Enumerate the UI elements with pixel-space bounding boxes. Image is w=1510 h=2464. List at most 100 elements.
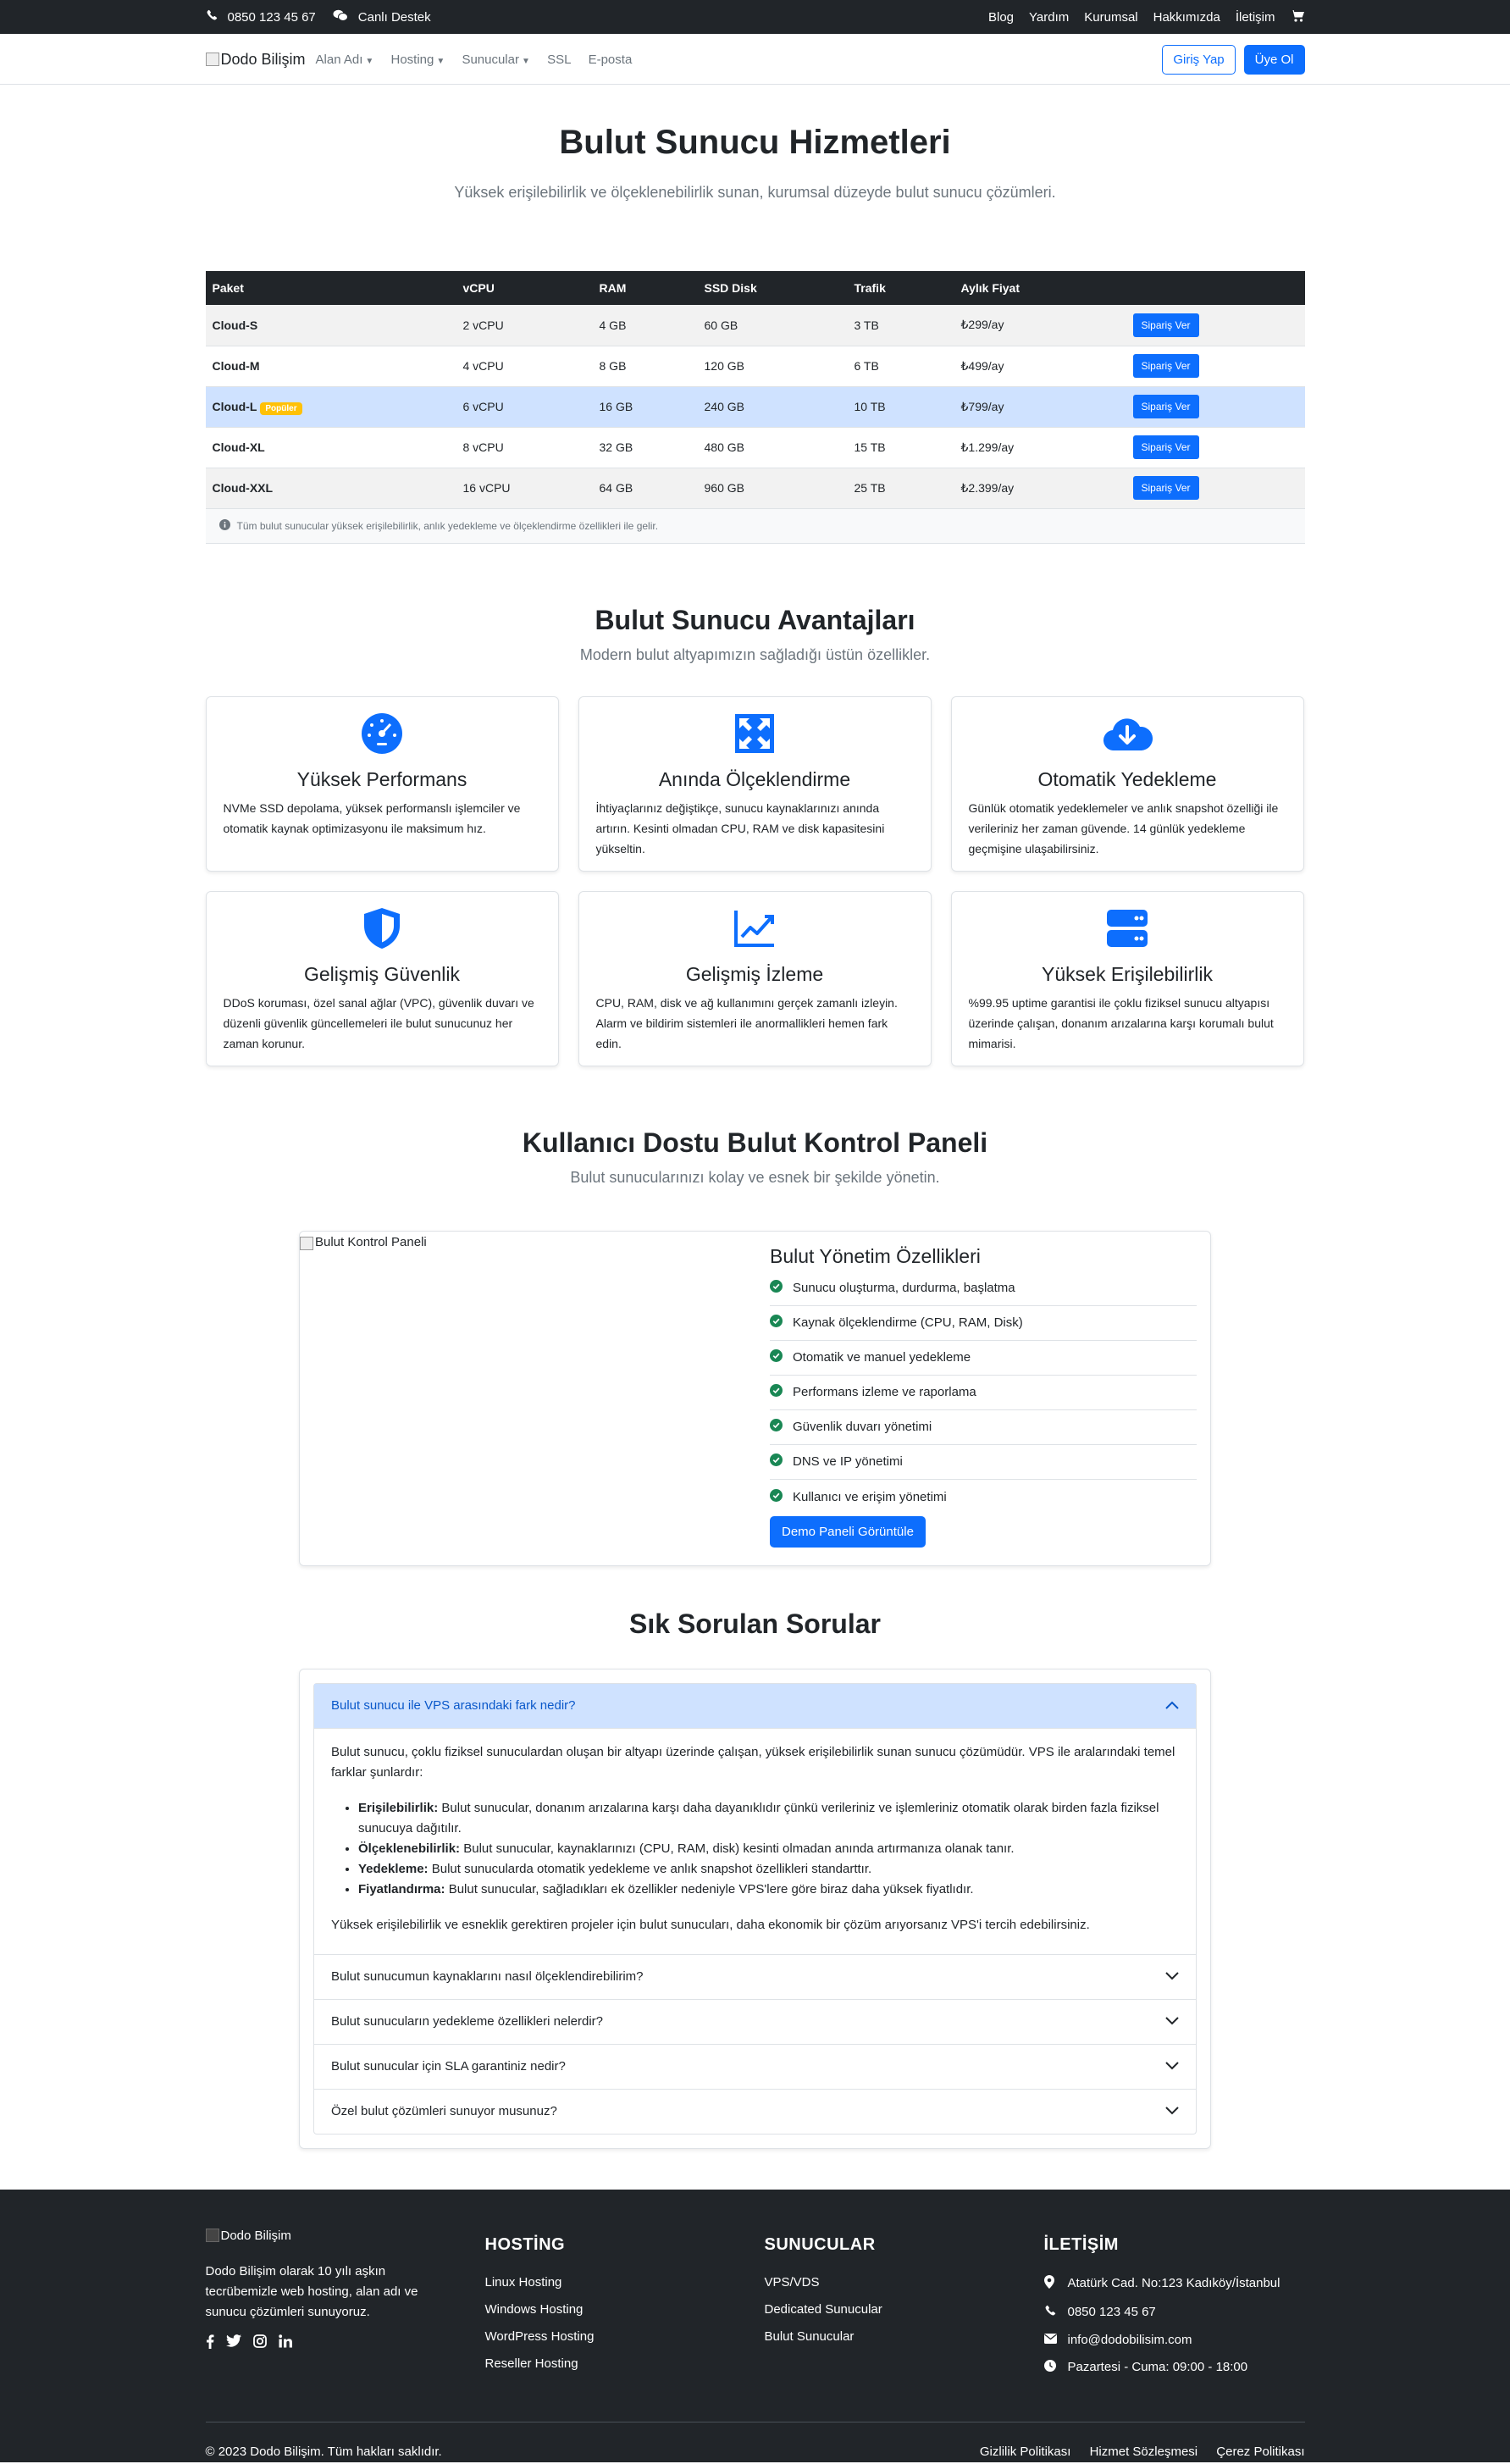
brand-logo[interactable]: Dodo Bilişim <box>205 51 306 69</box>
footer-hours: Pazartesi - Cuma: 09:00 - 18:00 <box>1043 2359 1305 2375</box>
topbar-link-about[interactable]: Hakkımızda <box>1153 10 1220 25</box>
topbar-link-corporate[interactable]: Kurumsal <box>1084 10 1137 25</box>
nav-item-ssl[interactable]: SSL <box>547 53 571 67</box>
footer-link-windows-hosting[interactable]: Windows Hosting <box>485 2302 765 2317</box>
main-navbar: Dodo Bilişim Alan Adı ▼ Hosting ▼ Sunucula… <box>0 34 1510 85</box>
cart-icon[interactable] <box>1290 9 1305 25</box>
faq-point-term: Fiyatlandırma: <box>358 1881 445 1896</box>
caret-down-icon: ▼ <box>365 56 374 66</box>
col-header-disk: SSD Disk <box>704 281 757 295</box>
topbar-link-contact[interactable]: İletişim <box>1236 10 1275 25</box>
package-traffic: 6 TB <box>847 346 954 387</box>
check-circle-icon <box>770 1349 783 1365</box>
social-links <box>206 2334 485 2352</box>
footer: Dodo Bilişim Dodo Bilişim olarak 10 yılı… <box>0 2189 1510 2462</box>
topbar-live-support[interactable]: Canlı Destek <box>333 9 431 25</box>
nav-item-hosting-label: Hosting <box>390 52 434 67</box>
nav-item-servers[interactable]: Sunucular ▼ <box>462 53 529 67</box>
footer-link-terms[interactable]: Hizmet Sözleşmesi <box>1090 2445 1198 2459</box>
demo-panel-button[interactable]: Demo Paneli Görüntüle <box>770 1515 926 1548</box>
login-button[interactable]: Giriş Yap <box>1162 44 1236 75</box>
footer-link-reseller-hosting[interactable]: Reseller Hosting <box>485 2356 765 2371</box>
order-button[interactable]: Sipariş Ver <box>1132 354 1199 378</box>
feature-card-title: Yüksek Erişilebilirlik <box>1042 962 1213 985</box>
footer-link-privacy[interactable]: Gizlilik Politikası <box>980 2445 1071 2459</box>
broken-image-icon <box>205 53 219 66</box>
faq-question-button[interactable]: Bulut sunucu ile VPS arasındaki fark ned… <box>314 1683 1196 1728</box>
linkedin-icon[interactable] <box>278 2334 292 2352</box>
popular-badge: Popüler <box>260 402 302 415</box>
chat-icon <box>333 9 348 25</box>
footer-logo-alt: Dodo Bilişim <box>220 2228 291 2243</box>
list-item: Fiyatlandırma: Bulut sunucular, sağladık… <box>358 1880 1179 1900</box>
check-circle-icon <box>770 1488 783 1505</box>
order-button[interactable]: Sipariş Ver <box>1132 435 1199 459</box>
facebook-icon[interactable] <box>206 2334 214 2352</box>
signup-button[interactable]: Üye Ol <box>1243 44 1305 75</box>
footer-link-cookies[interactable]: Çerez Politikası <box>1216 2445 1304 2459</box>
faq-answer-outro: Yüksek erişilebilirlik ve esneklik gerek… <box>331 1917 1090 1932</box>
footer-servers-title: SUNUCULAR <box>764 2234 876 2254</box>
faq-question-button[interactable]: Bulut sunucumun kaynaklarını nasıl ölçek… <box>314 1955 1196 1999</box>
list-item: Yedekleme: Bulut sunucularda otomatik ye… <box>358 1859 1179 1880</box>
advantages-subtitle: Modern bulut altyapımızın sağladığı üstü… <box>579 645 931 663</box>
feature-label: Otomatik ve manuel yedekleme <box>793 1350 971 1365</box>
check-circle-icon <box>770 1384 783 1400</box>
package-ram: 32 GB <box>592 427 698 468</box>
order-button[interactable]: Sipariş Ver <box>1132 313 1199 337</box>
nav-menu: Alan Adı ▼ Hosting ▼ Sunucular ▼ SSL E-post… <box>316 53 646 67</box>
faq-point-text: Bulut sunucularda otomatik yedekleme ve … <box>428 1861 872 1876</box>
nav-item-email[interactable]: E-posta <box>589 53 633 67</box>
footer-link-wordpress-hosting[interactable]: WordPress Hosting <box>485 2329 765 2344</box>
package-vcpu: 2 vCPU <box>456 305 593 346</box>
nav-item-domain[interactable]: Alan Adı ▼ <box>316 53 374 67</box>
footer-link-linux-hosting[interactable]: Linux Hosting <box>485 2275 765 2290</box>
footer-email-text: info@dodobilisim.com <box>1067 2332 1192 2347</box>
feature-card: Gelişmiş Güvenlik DDoS koruması, özel sa… <box>205 890 559 1066</box>
footer-link-dedicated[interactable]: Dedicated Sunucular <box>765 2302 1044 2317</box>
col-header-traffic: Trafik <box>854 281 886 295</box>
topbar-link-help[interactable]: Yardım <box>1029 10 1069 25</box>
faq-item: Bulut sunucumun kaynaklarını nasıl ölçek… <box>313 1954 1197 2000</box>
table-row: Cloud-XXL 16 vCPU 64 GB 960 GB 25 TB ₺2.… <box>205 468 1305 509</box>
check-circle-icon <box>770 1280 783 1296</box>
package-traffic: 10 TB <box>847 386 954 428</box>
footer-link-cloud[interactable]: Bulut Sunucular <box>765 2329 1044 2344</box>
list-item: Sunucu oluşturma, durdurma, başlatma <box>770 1271 1197 1306</box>
twitter-icon[interactable] <box>225 2334 241 2352</box>
chevron-up-icon <box>1165 1698 1179 1713</box>
features-title: Bulut Yönetim Özellikleri <box>770 1244 981 1267</box>
package-disk: 480 GB <box>697 427 848 468</box>
page-subtitle: Yüksek erişilebilirlik ve ölçeklenebilir… <box>454 184 1056 201</box>
faq-item: Özel bulut çözümleri sunuyor musunuz? <box>313 2089 1197 2135</box>
faq-question-button[interactable]: Bulut sunucular için SLA garantiniz nedi… <box>314 2045 1196 2089</box>
faq-question-button[interactable]: Özel bulut çözümleri sunuyor musunuz? <box>314 2090 1196 2134</box>
package-ram: 8 GB <box>592 346 698 387</box>
list-item: Kaynak ölçeklendirme (CPU, RAM, Disk) <box>770 1306 1197 1341</box>
footer-logo[interactable]: Dodo Bilişim <box>205 2228 485 2243</box>
check-circle-icon <box>770 1453 783 1470</box>
faq-question-button[interactable]: Bulut sunucuların yedekleme özellikleri … <box>314 2000 1196 2044</box>
footer-link-vps[interactable]: VPS/VDS <box>765 2275 1044 2290</box>
package-vcpu: 4 vCPU <box>456 346 593 387</box>
list-item: Güvenlik duvarı yönetimi <box>770 1410 1197 1445</box>
topbar-phone[interactable]: 0850 123 45 67 <box>206 9 316 25</box>
footer-bottom: © 2023 Dodo Bilişim. Tüm hakları saklıdı… <box>205 2421 1305 2459</box>
topbar-link-blog[interactable]: Blog <box>988 10 1014 25</box>
feature-label: Performans izleme ve raporlama <box>793 1385 976 1399</box>
order-button[interactable]: Sipariş Ver <box>1132 476 1199 500</box>
nav-item-hosting[interactable]: Hosting ▼ <box>391 53 445 67</box>
col-header-ram: RAM <box>599 281 627 295</box>
package-name: Cloud-XL <box>205 427 456 468</box>
package-price: ₺799/ay <box>954 386 1126 428</box>
advantages-section: Bulut Sunucu Avantajları Modern bulut al… <box>205 605 1305 1066</box>
phone-icon <box>1044 2305 1058 2320</box>
footer-phone[interactable]: 0850 123 45 67 <box>1044 2305 1305 2320</box>
instagram-icon[interactable] <box>252 2334 267 2352</box>
feature-card-text: NVMe SSD depolama, yüksek performanslı i… <box>223 800 521 835</box>
list-item: Erişilebilirlik: Bulut sunucular, donanı… <box>358 1798 1179 1839</box>
order-button[interactable]: Sipariş Ver <box>1132 395 1199 418</box>
faq-question: Bulut sunucular için SLA garantiniz nedi… <box>331 2059 566 2074</box>
footer-email[interactable]: info@dodobilisim.com <box>1043 2332 1305 2347</box>
package-price: ₺299/ay <box>954 305 1126 346</box>
